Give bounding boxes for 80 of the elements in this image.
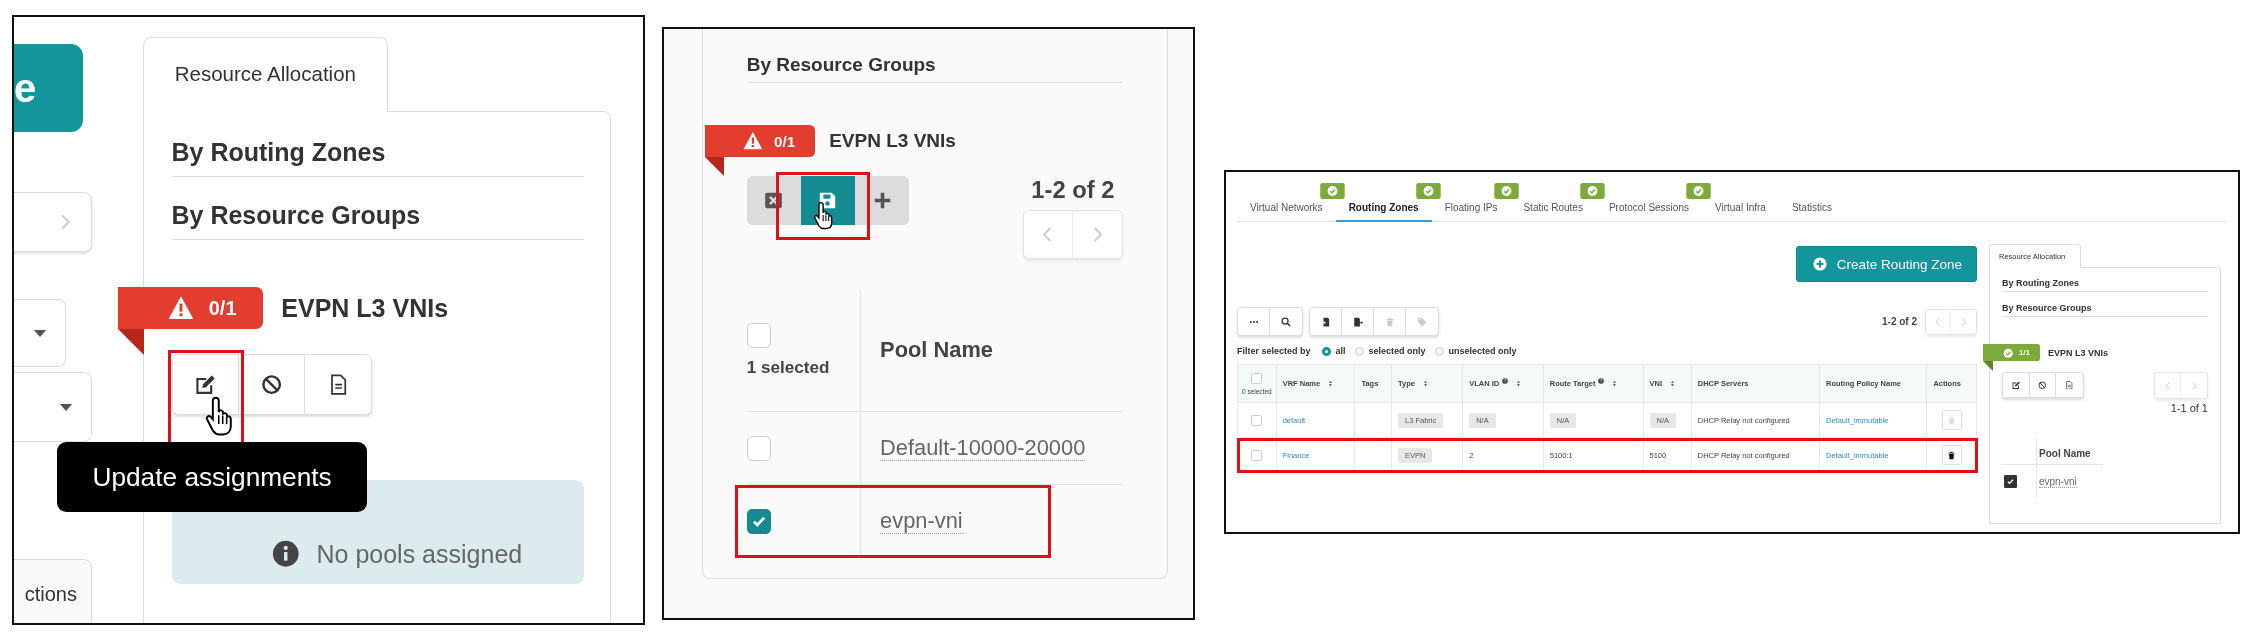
ribbon-fold	[117, 329, 144, 356]
checkbox[interactable]	[746, 509, 772, 534]
column-header: Pool Name	[880, 337, 993, 363]
badge-count: 1/1	[2018, 348, 2030, 358]
document-arrow-in-icon	[1320, 316, 1331, 327]
create-routing-zone-button[interactable]: Create Routing Zone	[1795, 246, 1977, 282]
pager-control[interactable]	[14, 192, 92, 252]
trash-icon	[1384, 316, 1395, 327]
plus-circle-icon	[1812, 257, 1827, 271]
pool-name: evpn-vni	[880, 508, 963, 535]
tag-icon	[1417, 316, 1427, 327]
search-icon	[1281, 316, 1291, 327]
section-heading: By Routing Zones	[2002, 267, 2208, 293]
tab[interactable]: Static Routes	[1510, 202, 1596, 222]
group-title: EVPN L3 VNIs	[2047, 347, 2108, 358]
radio-button[interactable]	[1321, 346, 1331, 356]
empty-message: No pools assigned	[316, 539, 523, 569]
caret-down-icon	[59, 402, 73, 412]
trash-icon	[1947, 450, 1957, 460]
check-icon	[2006, 477, 2015, 487]
pool-name: evpn-vni	[2039, 476, 2077, 489]
help-icon	[1502, 378, 1509, 384]
ribbon-fold	[1982, 361, 1993, 372]
sort-icon	[1327, 380, 1335, 387]
delete-button[interactable]	[1941, 445, 1962, 465]
caret-down-icon	[33, 328, 47, 338]
dropdown[interactable]	[14, 372, 92, 442]
section-heading: By Routing Zones	[171, 114, 584, 178]
section-heading: By Resource Groups	[2002, 292, 2208, 318]
trash-icon	[1947, 415, 1957, 425]
group-title: EVPN L3 VNIs	[281, 293, 449, 323]
tab[interactable]: Statistics	[1778, 202, 1845, 222]
tab[interactable]: Protocol Sessions	[1595, 202, 1702, 222]
chevron-right-icon	[2189, 380, 2199, 391]
page-count: 1-2 of 2	[1882, 316, 1917, 327]
page-count: 1-2 of 2	[1031, 176, 1115, 205]
dropdown[interactable]	[14, 299, 66, 367]
prohibited-icon	[2038, 380, 2047, 390]
warning-icon	[167, 295, 194, 322]
section-heading: By Resource Groups	[171, 177, 584, 240]
info-icon	[271, 540, 299, 568]
checkbox[interactable]	[2004, 475, 2017, 489]
ribbon-fold	[704, 157, 724, 177]
help-icon	[1598, 378, 1605, 384]
plus-icon	[872, 191, 892, 211]
badge-count: 0/1	[774, 132, 796, 150]
pool-name: Default-10000-20000	[880, 435, 1086, 462]
prohibited-icon	[260, 373, 282, 396]
tab[interactable]: Floating IPs	[1431, 202, 1511, 222]
tab[interactable]: Virtual Networks	[1237, 202, 1336, 222]
edit-icon	[2011, 380, 2020, 390]
sort-icon	[1611, 380, 1619, 387]
tab[interactable]: Virtual Infra	[1701, 202, 1779, 222]
check-circle-icon	[2002, 347, 2013, 358]
group-title: EVPN L3 VNIs	[829, 130, 956, 153]
document-icon	[2065, 380, 2074, 390]
section-heading: By Resource Groups	[746, 34, 1124, 84]
sort-icon	[1421, 380, 1429, 387]
column-header: Pool Name	[2039, 448, 2091, 460]
edit-icon	[194, 373, 216, 396]
radio-button[interactable]	[1434, 346, 1444, 356]
radio-label[interactable]: unselected only	[1448, 346, 1517, 356]
selected-count: 1 selected	[746, 357, 831, 378]
filter-label: Filter selected by	[1237, 346, 1311, 356]
save-icon	[818, 191, 838, 211]
sort-icon	[1669, 380, 1676, 387]
sort-icon	[1515, 380, 1523, 387]
chevron-left-icon	[1933, 316, 1943, 327]
radio-label[interactable]: all	[1335, 346, 1346, 356]
radio-label[interactable]: selected only	[1368, 346, 1426, 356]
badge-count: 0/1	[208, 296, 237, 320]
panel-tab[interactable]: Resource Allocation	[143, 37, 388, 113]
warning-icon	[742, 131, 763, 151]
page-count: 1-1 of 1	[2170, 402, 2208, 415]
create-button[interactable]: e	[14, 44, 83, 132]
tab[interactable]: ctions	[14, 559, 92, 623]
radio-button[interactable]	[1354, 346, 1364, 356]
tooltip: Update assignments	[57, 441, 368, 513]
document-arrow-out-icon	[1352, 316, 1363, 327]
tab[interactable]: Routing Zones	[1335, 202, 1432, 222]
